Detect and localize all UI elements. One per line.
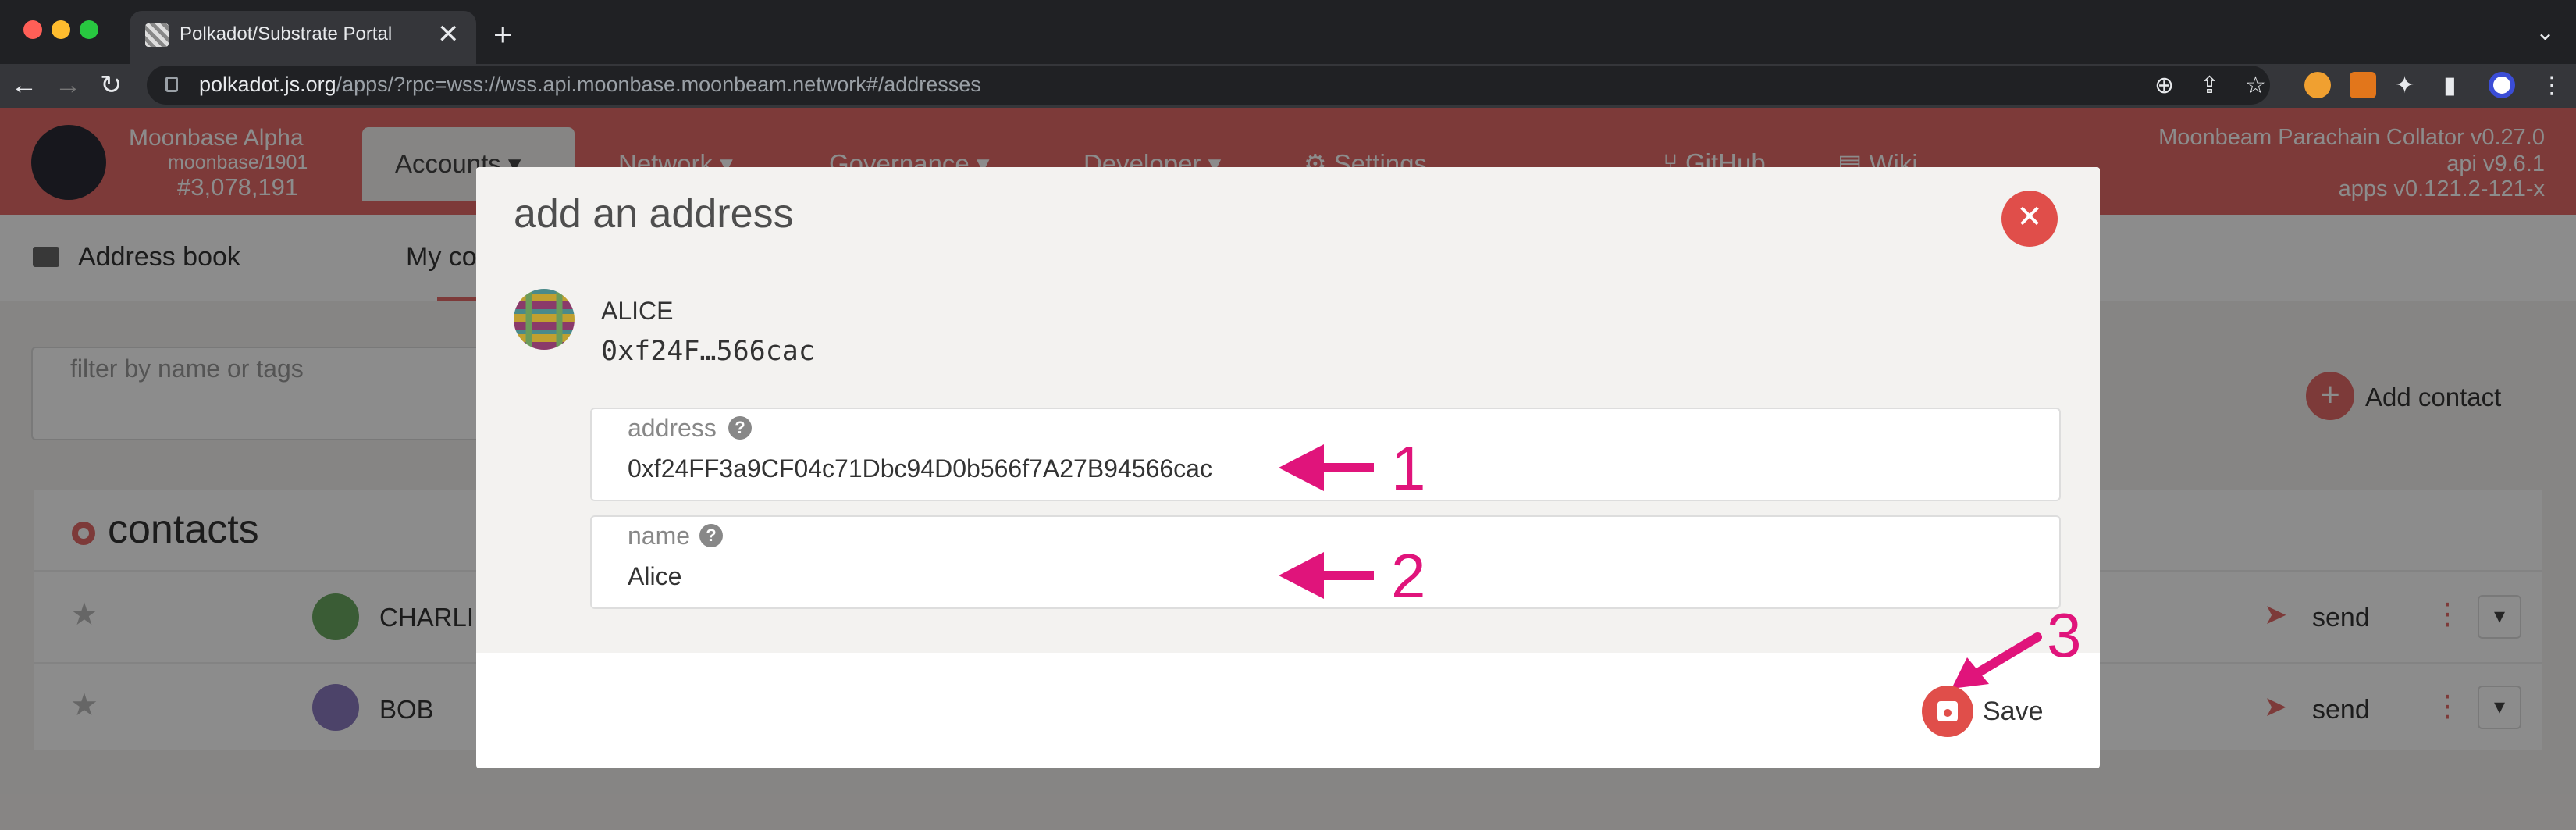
name-input[interactable]: Alice [628, 562, 681, 591]
new-tab-icon[interactable]: + [493, 16, 513, 53]
arrow-left-icon [1279, 444, 1324, 491]
name-label: name [628, 522, 691, 550]
tab-close-icon[interactable]: ✕ [437, 19, 460, 50]
url-path: /apps/?rpc=wss://wss.api.moonbase.moonbe… [336, 73, 981, 96]
window-minimize-dot[interactable] [52, 20, 70, 39]
back-icon[interactable]: ← [11, 67, 37, 103]
bookmark-star-icon[interactable]: ☆ [2245, 72, 2266, 99]
browser-menu-icon[interactable]: ⋮ [2540, 72, 2564, 99]
arrow-shaft [1319, 571, 1374, 580]
lock-icon[interactable] [165, 77, 178, 92]
name-help-icon[interactable]: ? [699, 524, 723, 547]
account-name: ALICE [601, 297, 674, 325]
address-help-icon[interactable]: ? [728, 416, 752, 440]
extensions-puzzle-icon[interactable]: ✦ [2395, 72, 2414, 99]
floppy-disk-icon-detail [1944, 709, 1952, 717]
save-button[interactable]: Save [1983, 696, 2044, 727]
favicon-icon [145, 23, 169, 47]
modal-title: add an address [514, 191, 794, 237]
share-icon[interactable]: ⇪ [2200, 72, 2219, 99]
account-short-address: 0xf24F…566cac [601, 336, 815, 367]
annotation-number: 2 [1391, 541, 1426, 611]
address-label: address [628, 414, 717, 442]
tab-title: Polkadot/Substrate Portal [180, 23, 393, 45]
arrow-shaft [1319, 463, 1374, 472]
sidebar-icon[interactable]: ▮ [2443, 72, 2457, 99]
close-icon[interactable]: ✕ [2001, 191, 2058, 247]
zoom-icon[interactable]: ⊕ [2154, 72, 2174, 99]
arrow-left-icon [1279, 552, 1324, 599]
url-host: polkadot.js.org [199, 73, 336, 96]
extension-polkadot-icon[interactable] [2304, 72, 2331, 98]
address-input[interactable]: 0xf24FF3a9CF04c71Dbc94D0b566f7A27B94566c… [628, 454, 1212, 483]
identicon-avatar [514, 289, 575, 350]
window-close-dot[interactable] [23, 20, 42, 39]
url-text[interactable]: polkadot.js.org/apps/?rpc=wss://wss.api.… [199, 73, 981, 97]
window-zoom-dot[interactable] [80, 20, 98, 39]
name-field[interactable] [590, 515, 2061, 609]
annotation-number: 1 [1391, 433, 1426, 503]
diagonal-arrow-icon [1952, 632, 2042, 689]
reload-icon[interactable]: ↻ [100, 67, 123, 103]
profile-avatar[interactable] [2489, 72, 2515, 98]
metamask-icon[interactable] [2350, 72, 2376, 98]
annotation-number: 3 [2047, 600, 2082, 670]
tab-list-chevron-icon[interactable]: ⌄ [2535, 19, 2555, 46]
forward-icon[interactable]: → [55, 67, 81, 103]
